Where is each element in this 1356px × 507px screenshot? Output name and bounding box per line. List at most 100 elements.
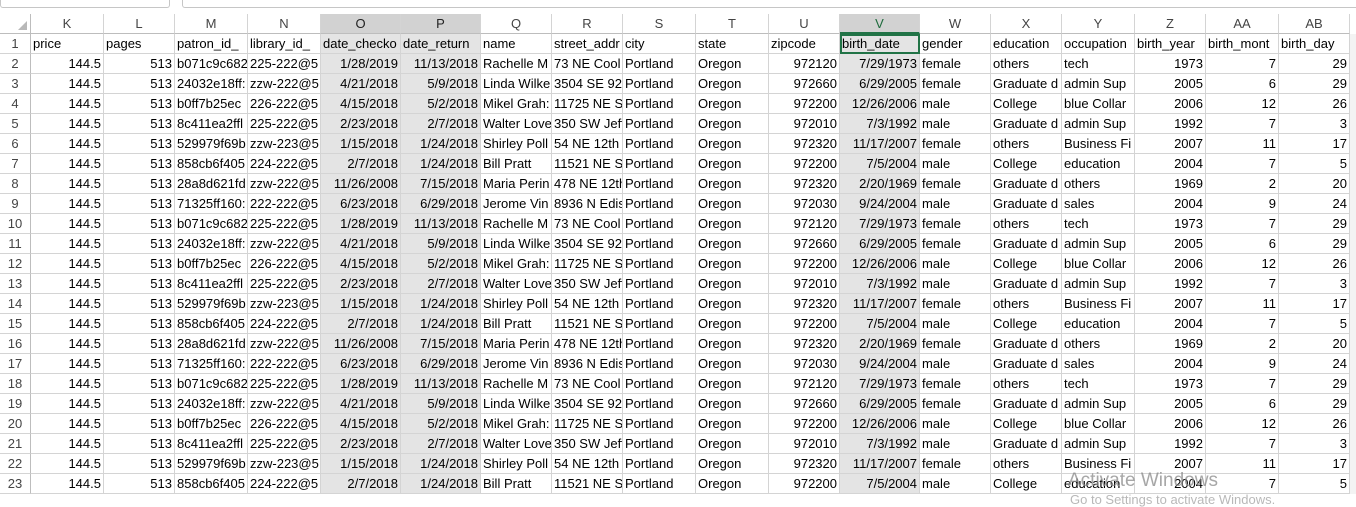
cell-s[interactable]: Portland [623,434,696,454]
cell-r[interactable]: 54 NE 12th , [552,454,623,474]
cell-aa[interactable]: 6 [1206,74,1279,94]
cell-v[interactable]: 2/20/1969 [840,174,920,194]
cell-r[interactable]: 8936 N Edis [552,354,623,374]
row-header-22[interactable]: 22 [0,454,31,474]
cell-r[interactable]: 73 NE Cool [552,54,623,74]
cell-p[interactable]: 2/7/2018 [401,274,481,294]
cell-v[interactable]: 11/17/2007 [840,134,920,154]
cell-t[interactable]: Oregon [696,434,769,454]
cell-t[interactable]: Oregon [696,394,769,414]
cell-ab[interactable]: 5 [1279,474,1350,494]
cell-q[interactable]: Bill Pratt [481,154,552,174]
cell-m[interactable]: 71325ff160: [175,194,248,214]
cell-l[interactable]: 513 [104,154,175,174]
cell-aa[interactable]: 12 [1206,254,1279,274]
cell-s[interactable]: Portland [623,414,696,434]
cell-p[interactable]: 7/15/2018 [401,334,481,354]
cell-o[interactable]: 2/7/2018 [321,314,401,334]
cell-r[interactable]: 350 SW Jeff [552,114,623,134]
cell-aa[interactable]: 2 [1206,334,1279,354]
cell-t[interactable]: Oregon [696,414,769,434]
row-header-12[interactable]: 12 [0,254,31,274]
row-header-5[interactable]: 5 [0,114,31,134]
cell-m[interactable]: 529979f69b [175,134,248,154]
cell-t[interactable]: Oregon [696,334,769,354]
column-header-y[interactable]: Y [1062,14,1135,34]
cell-p[interactable]: 1/24/2018 [401,474,481,494]
cell-l[interactable]: 513 [104,214,175,234]
row-header-10[interactable]: 10 [0,214,31,234]
cell-u[interactable]: 972320 [769,334,840,354]
cell-x[interactable]: College [991,474,1062,494]
column-header-s[interactable]: S [623,14,696,34]
cell-t[interactable]: Oregon [696,174,769,194]
cell-p[interactable]: 6/29/2018 [401,194,481,214]
column-header-v[interactable]: V [840,14,920,34]
cell-y[interactable]: admin Sup [1062,114,1135,134]
cell-q[interactable]: Rachelle M [481,374,552,394]
cell-t[interactable]: Oregon [696,74,769,94]
cell-ab[interactable]: 5 [1279,314,1350,334]
cell-s[interactable]: Portland [623,114,696,134]
row-header-19[interactable]: 19 [0,394,31,414]
row-header-1[interactable]: 1 [0,34,31,54]
cell-z[interactable]: 2005 [1135,74,1206,94]
cell-k[interactable]: 144.5 [31,194,104,214]
cell-k[interactable]: 144.5 [31,254,104,274]
cell-p[interactable]: 11/13/2018 [401,374,481,394]
cell-x[interactable]: others [991,454,1062,474]
cell-t[interactable]: Oregon [696,254,769,274]
cell-m[interactable]: 24032e18ff: [175,234,248,254]
cell-l[interactable]: 513 [104,174,175,194]
cell-u[interactable]: 972200 [769,94,840,114]
cell-t[interactable]: Oregon [696,94,769,114]
cell-ab[interactable]: 3 [1279,434,1350,454]
cell-u[interactable]: 972030 [769,194,840,214]
cell-u[interactable]: 972120 [769,374,840,394]
cell-l[interactable]: 513 [104,54,175,74]
cell-k[interactable]: 144.5 [31,94,104,114]
cell-aa[interactable]: 7 [1206,274,1279,294]
cell-o[interactable]: 2/7/2018 [321,474,401,494]
cell-n[interactable]: zzw-222@5 [248,234,321,254]
header-cell-m[interactable]: patron_id_ [175,34,248,54]
cell-s[interactable]: Portland [623,74,696,94]
cell-v[interactable]: 11/17/2007 [840,454,920,474]
cell-u[interactable]: 972320 [769,294,840,314]
cell-t[interactable]: Oregon [696,114,769,134]
cell-r[interactable]: 73 NE Cool [552,374,623,394]
cell-q[interactable]: Walter Love [481,274,552,294]
cell-n[interactable]: 224-222@5 [248,154,321,174]
cell-x[interactable]: College [991,94,1062,114]
cell-w[interactable]: male [920,274,991,294]
cell-l[interactable]: 513 [104,74,175,94]
cell-n[interactable]: zzw-222@5 [248,394,321,414]
cell-v[interactable]: 7/29/1973 [840,374,920,394]
cell-w[interactable]: female [920,294,991,314]
cell-p[interactable]: 1/24/2018 [401,134,481,154]
cell-u[interactable]: 972660 [769,394,840,414]
header-cell-o[interactable]: date_checko [321,34,401,54]
cell-ab[interactable]: 17 [1279,134,1350,154]
cell-z[interactable]: 2006 [1135,414,1206,434]
cell-aa[interactable]: 7 [1206,214,1279,234]
row-header-23[interactable]: 23 [0,474,31,494]
cell-w[interactable]: male [920,194,991,214]
cell-p[interactable]: 1/24/2018 [401,454,481,474]
cell-n[interactable]: 225-222@5 [248,274,321,294]
cell-p[interactable]: 5/2/2018 [401,94,481,114]
row-header-9[interactable]: 9 [0,194,31,214]
cell-s[interactable]: Portland [623,154,696,174]
cell-s[interactable]: Portland [623,474,696,494]
row-header-7[interactable]: 7 [0,154,31,174]
cell-k[interactable]: 144.5 [31,54,104,74]
header-cell-s[interactable]: city [623,34,696,54]
cell-aa[interactable]: 7 [1206,314,1279,334]
cell-x[interactable]: College [991,414,1062,434]
column-header-n[interactable]: N [248,14,321,34]
cell-x[interactable]: others [991,294,1062,314]
cell-r[interactable]: 54 NE 12th , [552,134,623,154]
cell-x[interactable]: Graduate d [991,174,1062,194]
cell-w[interactable]: female [920,174,991,194]
row-header-17[interactable]: 17 [0,354,31,374]
